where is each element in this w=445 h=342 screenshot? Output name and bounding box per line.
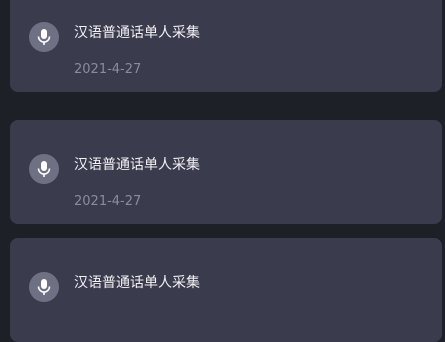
recording-title: 汉语普通话单人采集 — [74, 157, 200, 173]
recording-list: 汉语普通话单人采集 2021-4-27 汉语普通话单人采集 2021-4-27 … — [0, 0, 445, 342]
recording-date: 2021-4-27 — [74, 194, 142, 209]
recording-card[interactable]: 汉语普通话单人采集 2021-4-27 — [10, 0, 442, 92]
microphone-icon — [29, 272, 59, 302]
recording-card[interactable]: 汉语普通话单人采集 — [10, 238, 442, 342]
recording-date: 2021-4-27 — [74, 62, 142, 77]
microphone-icon — [29, 154, 59, 184]
microphone-icon — [29, 22, 59, 52]
recording-title: 汉语普通话单人采集 — [74, 275, 200, 291]
recording-title: 汉语普通话单人采集 — [74, 25, 200, 41]
recording-card[interactable]: 汉语普通话单人采集 2021-4-27 — [10, 120, 442, 224]
